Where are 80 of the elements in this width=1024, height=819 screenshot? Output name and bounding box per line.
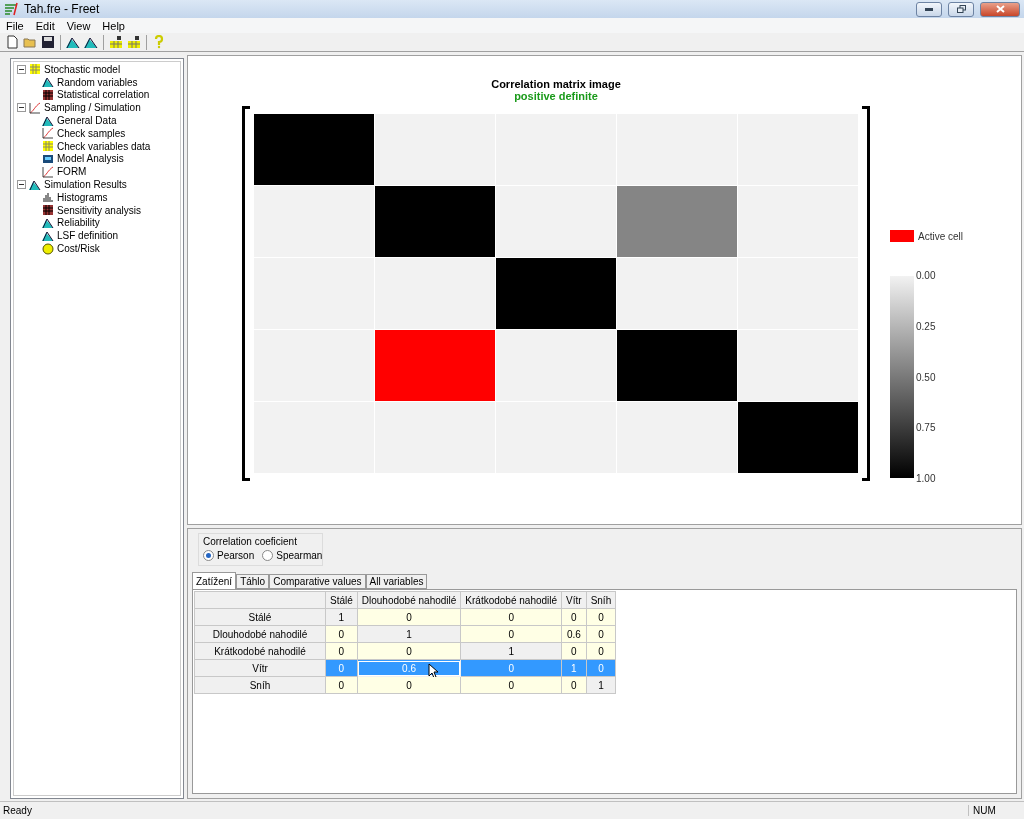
collapse-icon[interactable] (17, 64, 26, 74)
open-folder-icon (23, 35, 37, 49)
help-icon (152, 35, 166, 49)
radio-option[interactable]: Pearson (203, 550, 255, 561)
save-icon (41, 35, 55, 49)
chart-icon (84, 35, 98, 49)
tree-node-icon (29, 101, 41, 114)
tree-node-icon (42, 114, 54, 127)
tree-item[interactable]: Random variables (57, 76, 138, 88)
close-icon (995, 5, 1005, 13)
toolbar-button[interactable] (108, 34, 124, 50)
tree-item[interactable]: General Data (57, 115, 117, 127)
tree-node-icon (42, 204, 54, 217)
tree-item[interactable]: Sampling / Simulation (44, 102, 141, 114)
restore-button[interactable] (948, 1, 974, 17)
tree-node-icon (42, 242, 54, 255)
tab[interactable]: All variables (365, 574, 428, 589)
legend-label: Active cell (918, 230, 963, 242)
menu-item[interactable]: View (60, 19, 97, 32)
tree-node-icon (42, 229, 54, 242)
group-title: Correlation coeficient (203, 536, 298, 547)
tab[interactable]: Táhlo (236, 574, 270, 589)
menu-item[interactable]: File (0, 19, 30, 32)
status-message: Ready (3, 805, 32, 816)
tree-item[interactable]: Sensitivity analysis (57, 204, 141, 216)
chart-subtitle: positive definite (514, 90, 598, 102)
menu-item[interactable]: Help (96, 19, 131, 32)
scale-label: 0.25 (915, 320, 936, 332)
column-header: Krátkodobé nahodilé (460, 591, 562, 609)
scale-label: 1.00 (915, 473, 936, 484)
minimize-icon (925, 7, 933, 11)
tree-item[interactable]: Cost/Risk (57, 243, 100, 255)
restore-icon (956, 5, 966, 13)
grid-icon (127, 35, 141, 49)
collapse-icon[interactable] (17, 103, 26, 113)
close-button[interactable] (980, 1, 1020, 17)
scale-label: 0.75 (915, 422, 936, 434)
grid-icon (109, 35, 123, 49)
tree-item[interactable]: Model Analysis (57, 153, 124, 165)
column-header: Stálé (325, 591, 358, 609)
scale-label: 0.00 (915, 270, 936, 281)
tree-item[interactable]: Stochastic model (44, 63, 121, 75)
tree-item[interactable]: Reliability (57, 217, 100, 229)
tree-node-icon (29, 178, 41, 191)
minimize-button[interactable] (916, 1, 942, 17)
tab[interactable]: Comparative values (269, 574, 366, 589)
tree-item[interactable]: FORM (57, 166, 87, 178)
tree-node-icon (42, 127, 54, 140)
scale-label: 0.50 (915, 371, 936, 383)
column-header: Dlouhodobé nahodilé (357, 591, 461, 609)
new-file-icon (5, 35, 19, 49)
tab[interactable]: Zatížení (192, 572, 237, 589)
tree-item[interactable]: Statistical correlation (57, 89, 150, 101)
menu-item[interactable]: Edit (29, 19, 61, 32)
radio-option[interactable]: Spearman (262, 550, 323, 561)
legend-swatch (890, 230, 914, 242)
tree-node-icon (42, 216, 54, 229)
window-title: Tah.fre - Freet (24, 2, 101, 16)
toolbar-button[interactable] (126, 34, 142, 50)
status-indicator: NUM (968, 805, 1021, 816)
column-header: Sníh (586, 591, 616, 609)
tree-node-icon (29, 63, 41, 76)
tree-item[interactable]: Check variables data (57, 140, 151, 152)
tree-item[interactable]: Simulation Results (44, 179, 127, 191)
tree-item[interactable]: LSF definition (57, 230, 119, 242)
tree-node-icon (42, 165, 54, 178)
collapse-icon[interactable] (17, 180, 26, 190)
tree-node-icon (42, 89, 54, 101)
app-icon (4, 2, 18, 16)
mouse-cursor-icon (427, 663, 439, 679)
tree-node-icon (42, 140, 54, 153)
tree-node-icon (42, 152, 54, 165)
toolbar-button[interactable] (40, 34, 56, 50)
tree-node-icon (42, 76, 54, 89)
tree-item[interactable]: Check samples (57, 127, 126, 139)
chart-title: Correlation matrix image (491, 78, 621, 90)
column-header: Vítr (561, 591, 587, 609)
tree-node-icon (42, 191, 54, 204)
tree-item[interactable]: Histograms (57, 191, 108, 203)
chart-icon (66, 35, 80, 49)
